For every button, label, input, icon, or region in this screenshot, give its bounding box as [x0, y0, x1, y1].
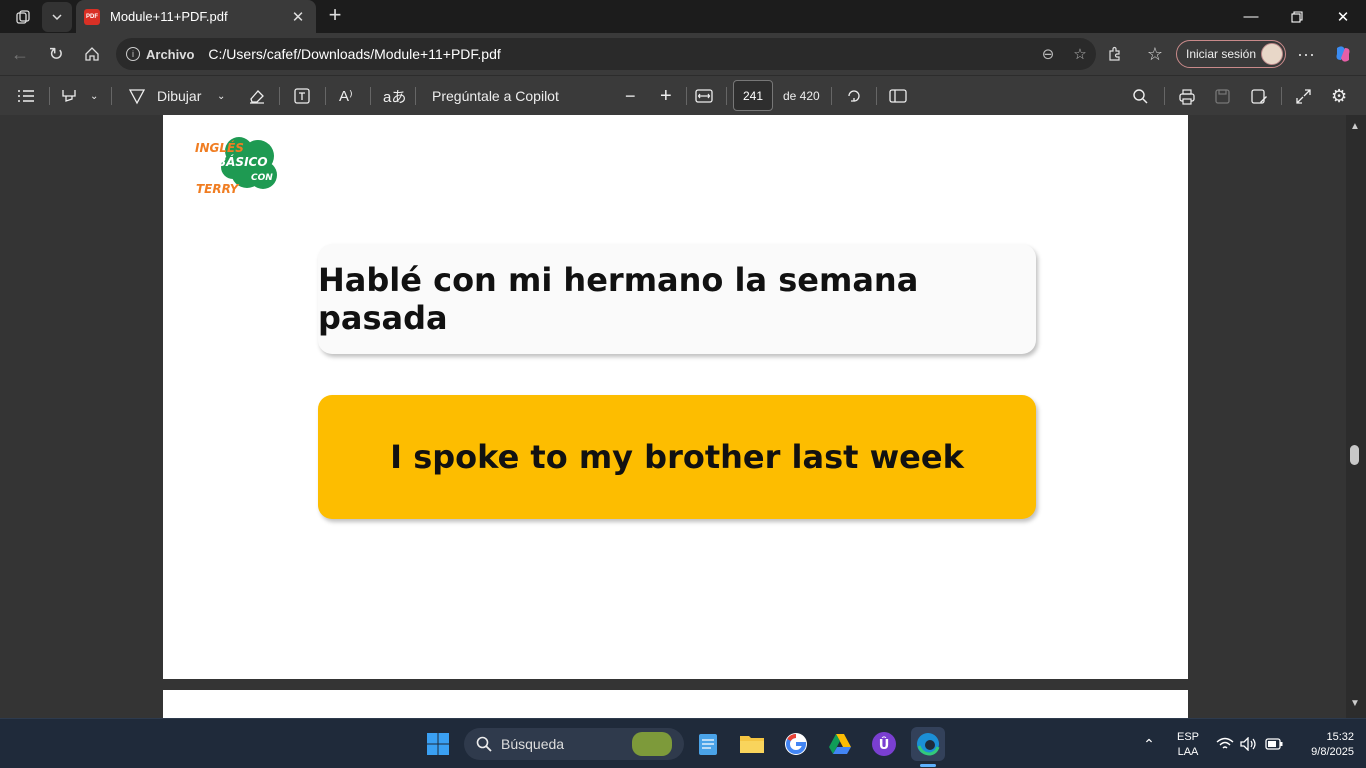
highlight-chevron-icon[interactable]: ⌄ — [90, 76, 98, 116]
scroll-down-icon[interactable]: ▼ — [1350, 698, 1360, 709]
signin-button[interactable]: Iniciar sesión — [1176, 40, 1286, 68]
taskbar: Búsqueda Û ⌃ ESP LAA 15:32 9/8/2025 — [0, 718, 1366, 768]
address-bar[interactable]: i Archivo C:/Users/cafef/Downloads/Modul… — [116, 38, 1096, 70]
logo-text-mid: BÁSICO — [217, 154, 268, 169]
favorite-star-icon[interactable]: ☆ — [1064, 45, 1096, 63]
draw-chevron-icon[interactable]: ⌄ — [217, 76, 225, 116]
english-sentence: I spoke to my brother last week — [390, 438, 964, 476]
fit-width-icon[interactable] — [695, 76, 713, 116]
ask-copilot-button[interactable]: Pregúntale a Copilot — [432, 76, 559, 116]
tab-bar: PDF Module+11+PDF.pdf ✕ + — ✕ — [0, 0, 1366, 33]
zoom-out-icon[interactable]: − — [625, 76, 636, 116]
logo: INGLÉS BÁSICO CON TERRY — [195, 137, 277, 196]
tab-active[interactable]: PDF Module+11+PDF.pdf ✕ — [76, 0, 316, 33]
zoom-in-icon[interactable]: + — [660, 76, 672, 116]
zoom-out-icon[interactable]: ⊖ — [1032, 45, 1064, 63]
search-icon — [476, 736, 492, 752]
avatar — [1261, 43, 1283, 65]
next-pdf-page — [163, 690, 1188, 718]
file-explorer-icon[interactable] — [735, 727, 769, 761]
workspaces-icon[interactable] — [8, 2, 38, 32]
svg-text:Û: Û — [879, 737, 890, 753]
pdf-icon: PDF — [84, 8, 100, 25]
info-icon[interactable]: i — [126, 47, 140, 61]
page-number-input[interactable]: 241 — [733, 80, 773, 111]
language-bottom: LAA — [1177, 746, 1199, 758]
draw-icon — [128, 89, 146, 105]
clock-time: 15:32 — [1326, 731, 1354, 743]
fullscreen-icon[interactable] — [1295, 76, 1312, 116]
translate-icon[interactable]: aあ — [383, 76, 406, 116]
page-view-icon[interactable] — [889, 76, 907, 116]
edge-browser-icon[interactable] — [911, 727, 945, 767]
notepad-icon[interactable] — [691, 727, 725, 761]
draw-label: Dibujar — [157, 88, 202, 104]
clock-date: 9/8/2025 — [1311, 746, 1354, 758]
save-as-icon[interactable] — [1250, 76, 1268, 116]
battery-icon[interactable] — [1259, 727, 1289, 761]
settings-gear-icon[interactable]: ⚙ — [1331, 76, 1347, 116]
close-tab-icon[interactable]: ✕ — [288, 8, 308, 26]
tab-actions-chevron-icon[interactable] — [42, 2, 72, 32]
back-icon[interactable]: ← — [5, 39, 35, 69]
vertical-scrollbar[interactable]: ▲ ▼ — [1346, 115, 1366, 718]
taskbar-search[interactable]: Búsqueda — [464, 728, 684, 760]
address-row: ← ↻ i Archivo C:/Users/cafef/Downloads/M… — [0, 33, 1366, 75]
start-windows-icon[interactable] — [421, 727, 455, 761]
save-icon[interactable] — [1214, 76, 1231, 116]
home-icon[interactable] — [77, 39, 107, 69]
contents-list-icon[interactable] — [17, 76, 35, 116]
extensions-icon[interactable] — [1100, 39, 1130, 69]
show-hidden-icons-chevron-icon[interactable]: ⌃ — [1134, 727, 1164, 761]
google-chrome-icon[interactable] — [779, 727, 813, 761]
logo-text-con: CON — [251, 173, 273, 183]
copilot-icon[interactable] — [1328, 39, 1358, 69]
logo-text-bottom: TERRY — [196, 182, 240, 196]
restore-icon[interactable] — [1274, 0, 1320, 33]
language-top: ESP — [1176, 731, 1199, 743]
text-box-icon[interactable] — [293, 76, 311, 116]
search-icon[interactable] — [1132, 76, 1149, 116]
favorites-icon[interactable]: ☆ — [1140, 39, 1170, 69]
app-u-icon[interactable]: Û — [867, 727, 901, 761]
highlight-icon[interactable] — [60, 76, 78, 116]
logo-text-top: INGLÉS — [195, 140, 244, 155]
scrollbar-thumb[interactable] — [1350, 445, 1359, 465]
new-tab-icon[interactable]: + — [322, 2, 348, 28]
signin-label: Iniciar sesión — [1186, 47, 1257, 61]
address-url[interactable]: C:/Users/cafef/Downloads/Module+11+PDF.p… — [208, 46, 1032, 62]
close-window-icon[interactable]: ✕ — [1320, 0, 1366, 33]
page-total: de 420 — [783, 89, 820, 103]
language-indicator[interactable]: ESP LAA — [1172, 730, 1204, 760]
english-sentence-card: I spoke to my brother last week — [318, 395, 1036, 519]
print-icon[interactable] — [1178, 76, 1196, 116]
spanish-sentence: Hablé con mi hermano la semana pasada — [318, 261, 919, 337]
pdf-page: INGLÉS BÁSICO CON TERRY Hablé con mi her… — [163, 115, 1188, 679]
scroll-up-icon[interactable]: ▲ — [1350, 121, 1360, 132]
search-highlight-icon — [632, 732, 672, 756]
pdf-toolbar: ⌄ Dibujar ⌄ A⁾ aあ Pregúntale a Copilot −… — [0, 75, 1366, 115]
eraser-icon[interactable] — [248, 76, 266, 116]
address-scheme: Archivo — [146, 46, 195, 62]
clock[interactable]: 15:32 9/8/2025 — [1294, 730, 1354, 760]
spanish-sentence-card: Hablé con mi hermano la semana pasada — [318, 244, 1036, 354]
refresh-icon[interactable]: ↻ — [41, 39, 71, 69]
tab-title: Module+11+PDF.pdf — [110, 9, 228, 24]
more-menu-icon[interactable]: ··· — [1291, 39, 1321, 69]
minimize-icon[interactable]: — — [1228, 0, 1274, 33]
rotate-icon[interactable] — [845, 76, 863, 116]
google-drive-icon[interactable] — [823, 727, 857, 761]
read-aloud-icon[interactable]: A⁾ — [339, 76, 353, 116]
taskbar-search-label: Búsqueda — [501, 736, 565, 752]
draw-button[interactable]: Dibujar — [128, 76, 201, 116]
pdf-viewer[interactable]: INGLÉS BÁSICO CON TERRY Hablé con mi her… — [0, 115, 1366, 718]
